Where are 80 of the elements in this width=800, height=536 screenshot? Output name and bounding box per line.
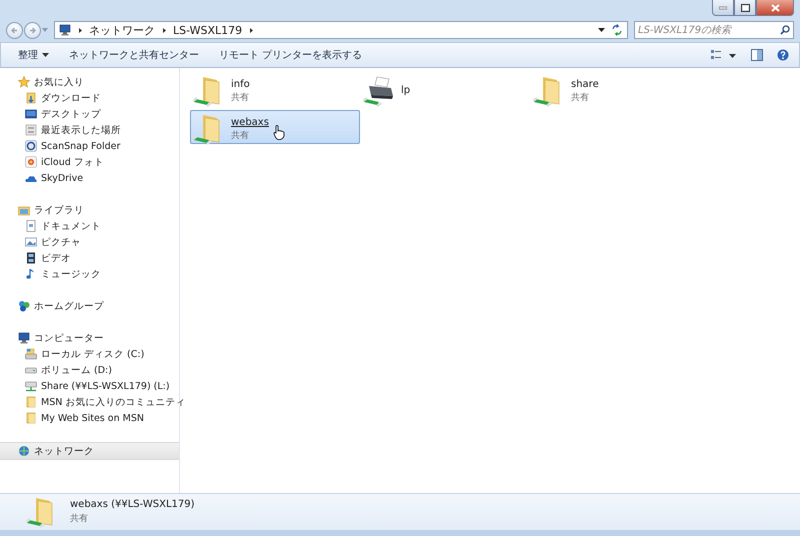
file-item[interactable]: lp [360, 72, 530, 106]
search-icon[interactable] [780, 25, 790, 35]
forward-button[interactable] [24, 22, 41, 38]
nav-item[interactable]: My Web Sites on MSN [0, 410, 179, 426]
chevron-icon[interactable] [161, 26, 167, 34]
item-name: lp [401, 85, 410, 96]
star-icon [18, 76, 30, 88]
item-subtitle: 共有 [231, 92, 249, 104]
file-item[interactable]: webaxs 共有 [190, 110, 360, 144]
back-button[interactable] [6, 22, 23, 38]
nav-item[interactable]: iCloud フォト [0, 154, 179, 170]
nav-item[interactable]: ローカル ディスク (C:) [0, 346, 179, 362]
back-arrow-icon [10, 26, 19, 34]
minimize-button[interactable] [712, 0, 734, 16]
photos-icon [25, 156, 37, 168]
file-item[interactable]: info 共有 [190, 72, 360, 106]
computer-icon [18, 332, 30, 344]
details-subtitle: 共有 [70, 512, 89, 525]
minimize-icon [719, 6, 727, 10]
maximize-button[interactable] [734, 0, 756, 16]
download-folder-icon [25, 92, 37, 104]
film-icon [25, 252, 37, 264]
music-note-icon [25, 268, 37, 280]
item-name: webaxs [231, 117, 269, 128]
document-icon [25, 220, 37, 232]
file-item[interactable]: share 共有 [530, 72, 700, 106]
nav-item[interactable]: ScanSnap Folder [0, 138, 179, 154]
nav-item[interactable]: ボリューム (D:) [0, 362, 179, 378]
desktop-icon [25, 108, 37, 120]
toolbar-button[interactable]: リモート プリンターを表示する [212, 45, 370, 65]
preview-pane-icon[interactable] [751, 49, 763, 61]
address-bar[interactable]: ネットワーク LS-WSXL179 [54, 21, 628, 39]
close-button[interactable] [756, 0, 794, 16]
chevron-icon[interactable] [248, 26, 254, 34]
caret-icon [42, 53, 49, 57]
maximize-icon [740, 4, 750, 12]
nav-item[interactable]: ライブラリ [0, 202, 179, 218]
forward-arrow-icon [28, 26, 37, 34]
scanner-icon [25, 140, 37, 152]
folder-icon [25, 412, 37, 424]
network-icon [18, 445, 30, 457]
hand-cursor-icon [273, 125, 285, 140]
folder-icon [25, 396, 37, 408]
close-icon [770, 4, 780, 12]
view-options-icon[interactable] [711, 49, 737, 61]
nav-item[interactable]: Share (¥¥LS-WSXL179) (L:) [0, 378, 179, 394]
organize-menu[interactable]: 整理 [11, 45, 56, 65]
nav-item[interactable]: ダウンロード [0, 90, 179, 106]
nav-item[interactable]: お気に入り [0, 74, 179, 90]
refresh-icon[interactable] [611, 24, 623, 36]
details-title: webaxs (¥¥LS-WSXL179) [70, 499, 195, 510]
nav-item[interactable]: 最近表示した場所 [0, 122, 179, 138]
nav-item[interactable]: コンピューター [0, 330, 179, 346]
nav-item[interactable]: ネットワーク [0, 442, 179, 460]
item-name: info [231, 79, 250, 90]
item-name: share [571, 79, 599, 90]
chevron-icon[interactable] [77, 26, 83, 34]
recent-places-icon [25, 124, 37, 136]
network-printer-icon [363, 75, 395, 107]
item-subtitle: 共有 [571, 92, 589, 104]
computer-icon [59, 24, 71, 36]
nav-item[interactable]: ミュージック [0, 266, 179, 282]
breadcrumb[interactable]: LS-WSXL179 [173, 24, 242, 36]
search-field[interactable]: LS-WSXL179の検索 [634, 21, 794, 39]
breadcrumb[interactable]: ネットワーク [89, 22, 155, 38]
library-icon [18, 204, 30, 216]
nav-item[interactable]: デスクトップ [0, 106, 179, 122]
local-disk-icon [25, 348, 37, 360]
toolbar-button[interactable]: ネットワークと共有センター [62, 45, 206, 65]
item-subtitle: 共有 [231, 130, 249, 142]
nav-item[interactable]: ホームグループ [0, 298, 179, 314]
network-drive-icon [25, 380, 37, 392]
nav-item[interactable]: ドキュメント [0, 218, 179, 234]
nav-item[interactable]: ピクチャ [0, 234, 179, 250]
homegroup-icon [18, 300, 30, 312]
pictures-icon [25, 236, 37, 248]
nav-item[interactable]: ビデオ [0, 250, 179, 266]
dropdown-caret-icon[interactable] [598, 28, 605, 32]
nav-item[interactable]: SkyDrive [0, 170, 179, 186]
help-icon[interactable] [777, 49, 789, 61]
